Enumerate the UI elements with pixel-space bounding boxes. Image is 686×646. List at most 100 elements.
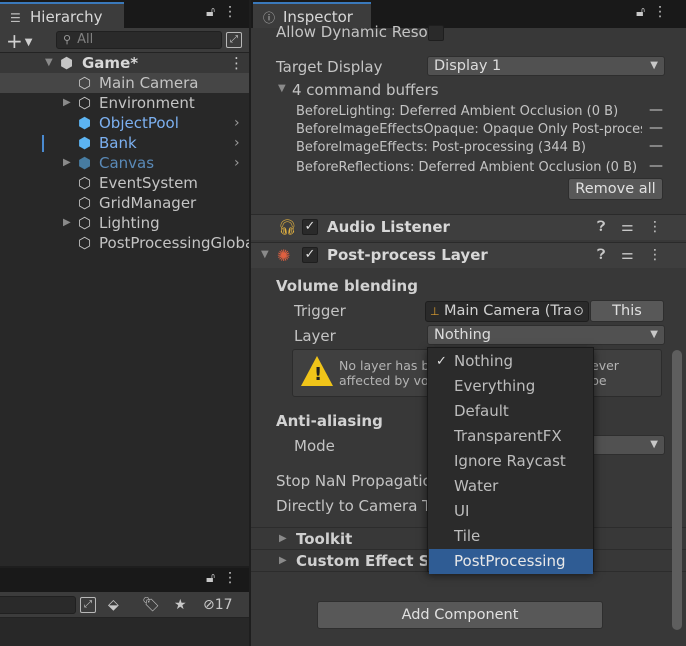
hierarchy-tab-controls: 🔓︎⋮ <box>206 4 245 20</box>
trigger-label: Trigger <box>294 302 346 320</box>
component-menu-icon[interactable]: ⋮ <box>648 219 662 235</box>
project-search-input[interactable] <box>0 596 76 614</box>
hierarchy-item-eventsystem[interactable]: ⬡ EventSystem <box>0 173 249 193</box>
remove-buffer-button[interactable]: — <box>649 102 663 118</box>
hierarchy-item-label: EventSystem <box>99 174 198 192</box>
kebab-menu-icon[interactable]: ⋮ <box>653 4 675 20</box>
scene-menu-icon[interactable]: ⋮ <box>229 53 244 73</box>
hierarchy-item-label: Lighting <box>99 214 160 232</box>
anti-aliasing-heading: Anti-aliasing <box>276 412 383 430</box>
layer-value: Nothing <box>434 327 492 343</box>
gameobject-icon: ⬡ <box>78 74 92 92</box>
chevron-right-icon[interactable]: › <box>234 133 240 153</box>
headphones-icon: 🎧︎ <box>278 218 298 236</box>
menu-item-label: PostProcessing <box>454 552 566 570</box>
warning-line-1: No layer has b <box>339 358 430 373</box>
remove-buffer-button[interactable]: — <box>649 120 663 136</box>
layer-menu-item-ui[interactable]: UI <box>429 499 593 524</box>
unity-scene-icon: ⬢ <box>60 54 74 72</box>
search-by-type-icon[interactable]: ⤢ <box>80 597 96 613</box>
expand-arrow-icon[interactable]: ▼ <box>261 249 269 260</box>
filter-by-type-icon[interactable]: ⬙ <box>108 597 119 613</box>
layer-menu-item-everything[interactable]: Everything <box>429 374 593 399</box>
inspector-scrollbar[interactable] <box>672 350 682 630</box>
expand-arrow-icon[interactable]: ▶ <box>63 93 71 113</box>
scene-row[interactable]: ▼ ⬢ Game* ⋮ <box>0 53 249 73</box>
chevron-down-icon: ▼ <box>24 37 33 48</box>
hierarchy-item-lighting[interactable]: ▶ ⬡ Lighting <box>0 213 249 233</box>
hierarchy-item-label: Bank <box>99 134 137 152</box>
scene-name: Game* <box>82 54 139 72</box>
hierarchy-item-environment[interactable]: ▶ ⬡ Environment <box>0 93 249 113</box>
audio-listener-header[interactable]: 🎧︎ ✓ Audio Listener ❓︎ ⚌ ⋮ <box>251 214 686 240</box>
post-process-layer-enabled-checkbox[interactable]: ✓ <box>302 247 318 263</box>
layer-dropdown-menu: ✓ Nothing Everything Default TransparentF… <box>427 347 594 574</box>
help-icon[interactable]: ❓︎ <box>597 247 605 263</box>
add-component-button[interactable]: Add Component <box>317 601 603 629</box>
add-object-button[interactable]: + ▼ <box>6 29 32 53</box>
stop-nan-propagation-label: Stop NaN Propagatic <box>276 472 431 490</box>
expand-arrow-icon[interactable]: ▶ <box>63 213 71 233</box>
hidden-packages-icon[interactable]: ⊘17 <box>203 597 233 613</box>
volume-blending-heading: Volume blending <box>276 277 418 295</box>
hierarchy-item-postprocessingglobal[interactable]: ⬡ PostProcessingGloba <box>0 233 249 253</box>
post-process-layer-header[interactable]: ▼ ✺ ✓ Post-process Layer ❓︎ ⚌ ⋮ <box>251 242 686 268</box>
expand-arrow-icon[interactable]: ▶ <box>63 153 71 173</box>
target-display-value: Display 1 <box>434 58 502 74</box>
remove-all-button[interactable]: Remove all <box>568 178 663 200</box>
this-button[interactable]: This <box>590 300 664 322</box>
hierarchy-item-label: PostProcessingGloba <box>99 234 249 252</box>
remove-buffer-button[interactable]: — <box>649 138 663 154</box>
lock-icon[interactable]: 🔓︎ <box>206 4 223 20</box>
hierarchy-item-gridmanager[interactable]: ⬡ GridManager <box>0 193 249 213</box>
post-process-camera-icon: ✺ <box>277 246 291 265</box>
object-picker-icon[interactable]: ⊙ <box>571 302 584 321</box>
search-placeholder: All <box>77 32 94 47</box>
post-process-layer-title: Post-process Layer <box>327 246 488 264</box>
search-by-type-icon[interactable]: ⤢ <box>226 32 242 48</box>
audio-listener-title: Audio Listener <box>327 218 450 236</box>
expand-arrow-icon[interactable]: ▼ <box>278 83 286 94</box>
component-menu-icon[interactable]: ⋮ <box>648 247 662 263</box>
chevron-down-icon: ▼ <box>650 329 658 340</box>
layer-menu-item-water[interactable]: Water <box>429 474 593 499</box>
help-icon[interactable]: ❓︎ <box>597 219 605 235</box>
favorite-star-icon[interactable]: ★ <box>174 597 187 613</box>
chevron-right-icon[interactable]: › <box>234 153 240 173</box>
target-display-label: Target Display <box>276 58 383 76</box>
lock-icon[interactable]: 🔓︎ <box>206 570 223 586</box>
hierarchy-item-objectpool[interactable]: ⬢ ObjectPool › <box>0 113 249 133</box>
target-display-dropdown[interactable]: Display 1 ▼ <box>427 56 665 76</box>
allow-dynamic-resolution-checkbox[interactable] <box>428 25 444 41</box>
filter-by-label-icon[interactable]: 🏷︎ <box>142 597 160 613</box>
hierarchy-item-canvas[interactable]: ▶ ⬢ Canvas › <box>0 153 249 173</box>
chevron-right-icon[interactable]: › <box>234 113 240 133</box>
chevron-down-icon: ▼ <box>650 439 658 450</box>
menu-item-label: UI <box>454 502 470 520</box>
layer-menu-item-tile[interactable]: Tile <box>429 524 593 549</box>
layer-dropdown[interactable]: Nothing ▼ <box>427 325 665 345</box>
remove-buffer-button[interactable]: — <box>649 158 663 174</box>
info-icon: ⓘ <box>263 11 276 25</box>
expand-arrow-icon: ▶ <box>279 533 287 544</box>
hierarchy-item-bank[interactable]: ⬢ Bank › <box>0 133 249 153</box>
hierarchy-search-input[interactable]: ⚲ All <box>56 31 222 49</box>
kebab-menu-icon[interactable]: ⋮ <box>223 570 245 586</box>
trigger-object-field[interactable]: ⊥ Main Camera (Tra ⊙ <box>425 301 589 322</box>
expand-arrow-icon[interactable]: ▼ <box>45 53 53 73</box>
hierarchy-item-main-camera[interactable]: ⬡ Main Camera <box>0 73 249 93</box>
tab-hierarchy[interactable]: ☰ Hierarchy <box>0 2 124 28</box>
presets-icon[interactable]: ⚌ <box>621 247 634 263</box>
kebab-menu-icon[interactable]: ⋮ <box>223 4 245 20</box>
project-panel: 🔓︎⋮ ⤢ ⬙ 🏷︎ ★ ⊘17 <box>0 568 249 646</box>
layer-menu-item-default[interactable]: Default <box>429 399 593 424</box>
audio-listener-enabled-checkbox[interactable]: ✓ <box>302 219 318 235</box>
lock-icon[interactable]: 🔓︎ <box>636 4 653 20</box>
layer-menu-item-nothing[interactable]: ✓ Nothing <box>429 349 593 374</box>
gameobject-icon: ⬡ <box>78 234 92 252</box>
layer-menu-item-ignore-raycast[interactable]: Ignore Raycast <box>429 449 593 474</box>
layer-menu-item-postprocessing[interactable]: PostProcessing <box>429 549 593 574</box>
presets-icon[interactable]: ⚌ <box>621 219 634 235</box>
toolkit-label: Toolkit <box>296 530 353 548</box>
layer-menu-item-transparentfx[interactable]: TransparentFX <box>429 424 593 449</box>
